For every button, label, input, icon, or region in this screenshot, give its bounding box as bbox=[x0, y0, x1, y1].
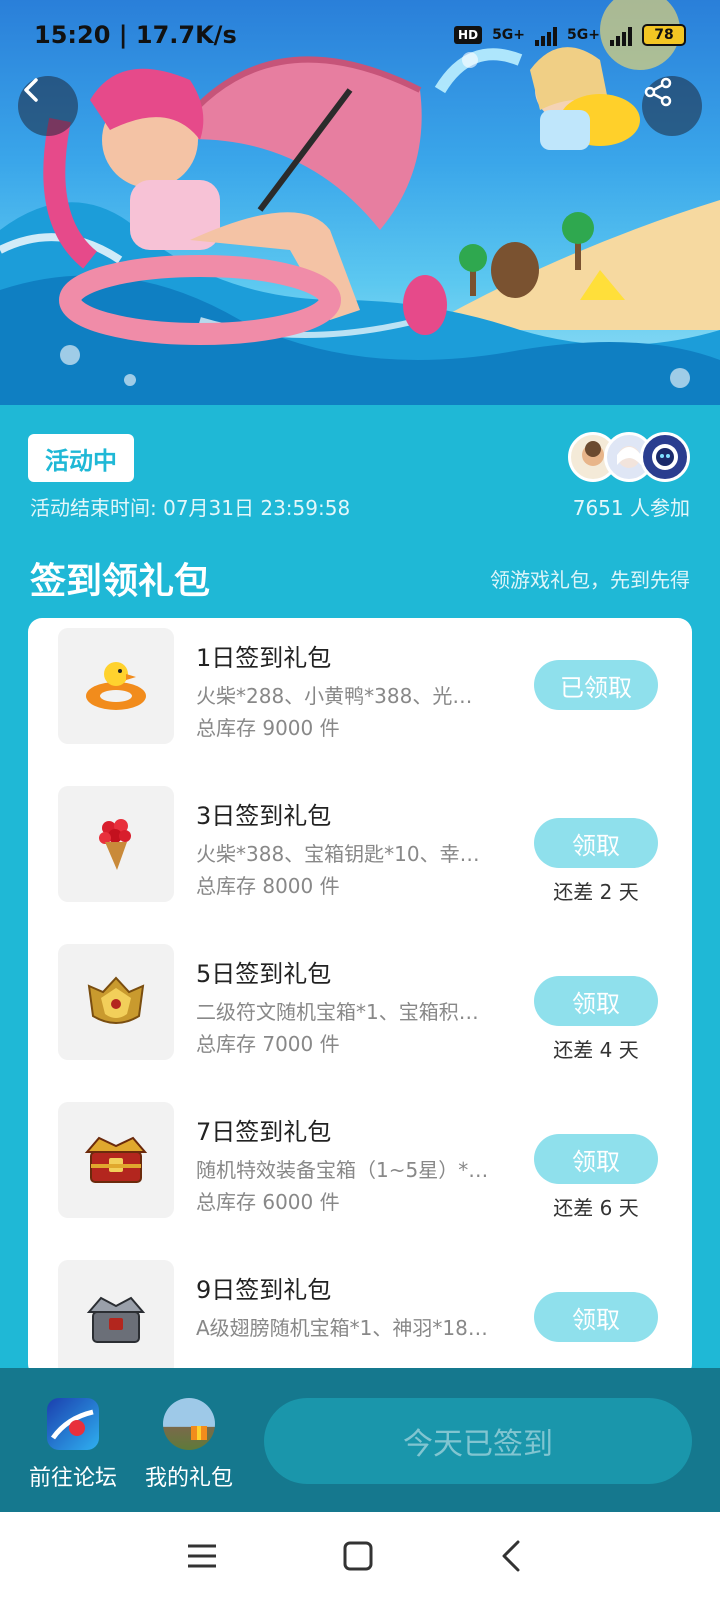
flower-bouquet-icon bbox=[58, 786, 174, 902]
gift-list[interactable]: 1日签到礼包 火柴*288、小黄鸭*388、光… 总库存 9000 件 已领取 … bbox=[28, 618, 692, 1378]
wing-chest-icon bbox=[58, 1260, 174, 1376]
hd-icon: HD bbox=[454, 26, 483, 44]
gift-name: 5日签到礼包 bbox=[196, 960, 332, 988]
participant-avatars bbox=[568, 432, 690, 482]
system-navigation-bar bbox=[0, 1512, 720, 1600]
claim-button[interactable]: 领取 bbox=[534, 1134, 658, 1184]
gift-name: 3日签到礼包 bbox=[196, 802, 332, 830]
section-title: 签到领礼包 bbox=[30, 561, 211, 602]
forum-icon bbox=[47, 1398, 99, 1450]
network-label-1: 5G+ bbox=[492, 27, 526, 43]
signal-icon bbox=[535, 24, 558, 46]
gift-stock: 总库存 8000 件 bbox=[196, 874, 340, 898]
gift-name: 9日签到礼包 bbox=[196, 1276, 332, 1304]
forum-button[interactable]: 前往论坛 bbox=[18, 1398, 128, 1492]
days-remaining: 还差 2 天 bbox=[553, 880, 639, 904]
menu-icon[interactable] bbox=[182, 1536, 222, 1576]
participant-count: 7651 人参加 bbox=[572, 496, 690, 520]
gift-description: 火柴*288、小黄鸭*388、光… bbox=[196, 684, 473, 708]
gift-box-icon bbox=[163, 1398, 215, 1450]
activity-end-time: 活动结束时间: 07月31日 23:59:58 bbox=[30, 496, 351, 520]
checkin-button[interactable]: 今天已签到 bbox=[264, 1398, 692, 1484]
hero-banner: 15:20 | 17.7K/s HD 5G+ 5G+ 78 bbox=[0, 0, 720, 405]
status-bar: 15:20 | 17.7K/s HD 5G+ 5G+ 78 bbox=[0, 0, 720, 70]
share-icon bbox=[644, 77, 672, 107]
claim-button[interactable]: 领取 bbox=[534, 818, 658, 868]
claim-button[interactable]: 领取 bbox=[534, 976, 658, 1026]
gift-item[interactable]: 5日签到礼包 二级符文随机宝箱*1、宝箱积… 总库存 7000 件 领取 还差 … bbox=[28, 944, 692, 1064]
signal-icon-2 bbox=[610, 24, 632, 46]
home-icon[interactable] bbox=[338, 1536, 378, 1576]
gift-stock: 总库存 6000 件 bbox=[196, 1190, 340, 1214]
network-label-2: 5G+ bbox=[567, 27, 600, 43]
gift-item[interactable]: 3日签到礼包 火柴*388、宝箱钥匙*10、幸… 总库存 8000 件 领取 还… bbox=[28, 786, 692, 906]
status-time: 15:20 | 17.7K/s bbox=[34, 21, 237, 49]
claimed-button[interactable]: 已领取 bbox=[534, 660, 658, 710]
gift-item[interactable]: 7日签到礼包 随机特效装备宝箱（1~5星）*… 总库存 6000 件 领取 还差… bbox=[28, 1102, 692, 1222]
system-back-icon[interactable] bbox=[492, 1536, 532, 1576]
gift-description: 火柴*388、宝箱钥匙*10、幸… bbox=[196, 842, 480, 866]
bottom-action-bar: 前往论坛 我的礼包 今天已签到 bbox=[0, 1368, 720, 1512]
forum-label: 前往论坛 bbox=[28, 1466, 117, 1491]
back-button[interactable] bbox=[18, 76, 78, 136]
section-subtitle: 领游戏礼包，先到先得 bbox=[490, 568, 690, 592]
gift-stock: 总库存 9000 件 bbox=[196, 716, 340, 740]
gift-description: 二级符文随机宝箱*1、宝箱积… bbox=[196, 1000, 479, 1024]
status-icons: HD 5G+ 5G+ 78 bbox=[454, 24, 686, 46]
gift-name: 1日签到礼包 bbox=[196, 644, 332, 672]
gift-description: A级翅膀随机宝箱*1、神羽*18… bbox=[196, 1316, 488, 1340]
treasure-chest-icon bbox=[58, 1102, 174, 1218]
gift-stock: 总库存 7000 件 bbox=[196, 1032, 340, 1056]
gift-description: 随机特效装备宝箱（1~5星）*… bbox=[196, 1158, 489, 1182]
days-remaining: 还差 6 天 bbox=[553, 1196, 639, 1220]
gift-item[interactable]: 9日签到礼包 A级翅膀随机宝箱*1、神羽*18… 领取 bbox=[28, 1260, 692, 1378]
duck-ring-icon bbox=[58, 628, 174, 744]
share-button[interactable] bbox=[642, 76, 702, 136]
activity-status-badge: 活动中 bbox=[28, 434, 134, 482]
days-remaining: 还差 4 天 bbox=[553, 1038, 639, 1062]
gift-name: 7日签到礼包 bbox=[196, 1118, 332, 1146]
golden-armor-icon bbox=[58, 944, 174, 1060]
gift-item[interactable]: 1日签到礼包 火柴*288、小黄鸭*388、光… 总库存 9000 件 已领取 bbox=[28, 628, 692, 748]
avatar bbox=[640, 432, 690, 482]
battery-icon: 78 bbox=[642, 24, 686, 46]
my-gifts-label: 我的礼包 bbox=[144, 1466, 233, 1491]
claim-button[interactable]: 领取 bbox=[534, 1292, 658, 1342]
my-gifts-button[interactable]: 我的礼包 bbox=[134, 1398, 244, 1492]
back-arrow-icon bbox=[24, 78, 38, 102]
